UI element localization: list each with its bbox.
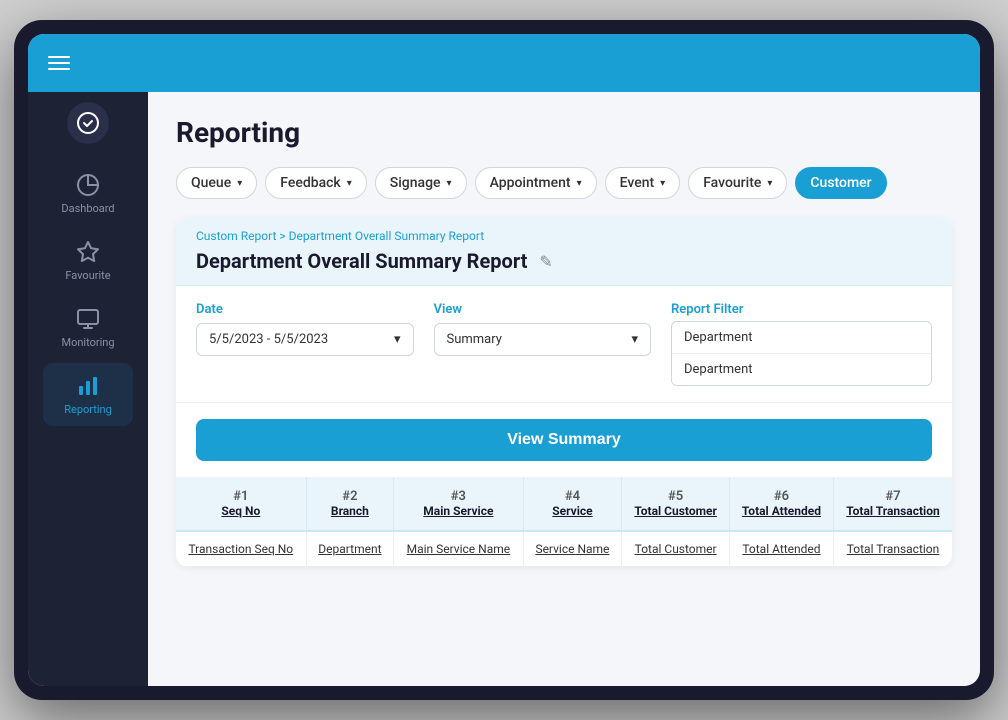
logo-icon xyxy=(76,111,100,135)
table-col-num-6: #6 Total Attended xyxy=(729,477,833,531)
sidebar-item-monitoring-label: Monitoring xyxy=(61,336,114,349)
table-header-row-nums: #1 Seq No #2 Branch #3 M xyxy=(176,477,952,531)
hamburger-menu-button[interactable] xyxy=(48,56,70,70)
top-bar xyxy=(28,34,980,92)
device-inner: Dashboard Favourite xyxy=(28,34,980,686)
sidebar-logo xyxy=(67,102,109,144)
date-value: 5/5/2023 - 5/5/2023 xyxy=(209,332,328,347)
filter-tab-feedback[interactable]: Feedback ▾ xyxy=(265,167,367,199)
table-col-num-5: #5 Total Customer xyxy=(622,477,730,531)
star-icon xyxy=(75,239,101,265)
view-select[interactable]: Summary ▾ xyxy=(434,323,652,356)
table-sub-col-3: Main Service Name xyxy=(394,531,523,567)
report-title-row: Department Overall Summary Report ✎ xyxy=(196,249,932,273)
page-title: Reporting xyxy=(176,116,952,149)
report-table-wrapper: #1 Seq No #2 Branch #3 M xyxy=(176,477,952,567)
table-col-num-7: #7 Total Transaction xyxy=(833,477,952,531)
filter-option-1[interactable]: Department xyxy=(672,354,931,385)
chevron-down-icon: ▾ xyxy=(660,178,665,189)
view-value: Summary xyxy=(447,332,502,347)
sidebar: Dashboard Favourite xyxy=(28,92,148,686)
chevron-down-icon: ▾ xyxy=(631,332,638,347)
view-summary-button[interactable]: View Summary xyxy=(196,419,932,461)
sidebar-item-favourite[interactable]: Favourite xyxy=(43,229,133,292)
filter-tab-customer[interactable]: Customer xyxy=(795,167,886,199)
view-label: View xyxy=(434,302,652,317)
table-sub-col-7: Total Transaction xyxy=(833,531,952,567)
table-col-num-4: #4 Service xyxy=(523,477,622,531)
chevron-down-icon: ▾ xyxy=(237,178,242,189)
sidebar-item-reporting-label: Reporting xyxy=(64,403,112,416)
table-col-num-1: #1 Seq No xyxy=(176,477,306,531)
sidebar-item-dashboard-label: Dashboard xyxy=(61,202,114,215)
report-container: Custom Report > Department Overall Summa… xyxy=(176,217,952,567)
breadcrumb: Custom Report > Department Overall Summa… xyxy=(196,229,932,243)
chevron-down-icon: ▾ xyxy=(577,178,582,189)
table-col-num-2: #2 Branch xyxy=(306,477,394,531)
main-layout: Dashboard Favourite xyxy=(28,92,980,686)
filter-tab-signage[interactable]: Signage ▾ xyxy=(375,167,467,199)
table-sub-col-4: Service Name xyxy=(523,531,622,567)
filter-tab-feedback-label: Feedback xyxy=(280,175,340,191)
date-select[interactable]: 5/5/2023 - 5/5/2023 ▾ xyxy=(196,323,414,356)
filter-tab-queue-label: Queue xyxy=(191,175,231,191)
sidebar-item-monitoring[interactable]: Monitoring xyxy=(43,296,133,359)
filter-tab-event-label: Event xyxy=(620,175,655,191)
bar-chart-icon xyxy=(75,373,101,399)
table-col-num-3: #3 Main Service xyxy=(394,477,523,531)
edit-icon[interactable]: ✎ xyxy=(539,252,552,271)
chevron-down-icon: ▾ xyxy=(447,178,452,189)
filter-tab-customer-label: Customer xyxy=(810,175,871,191)
view-control-group: View Summary ▾ xyxy=(434,302,652,356)
filter-options-list: Department Department xyxy=(671,321,932,386)
report-table: #1 Seq No #2 Branch #3 M xyxy=(176,477,952,567)
chart-pie-icon xyxy=(75,172,101,198)
filter-tab-appointment-label: Appointment xyxy=(490,175,571,191)
report-filter-group: Report Filter Department Department xyxy=(671,302,932,386)
filter-tabs-bar: Queue ▾ Feedback ▾ Signage ▾ Appointment… xyxy=(176,167,952,199)
date-control-group: Date 5/5/2023 - 5/5/2023 ▾ xyxy=(196,302,414,356)
report-controls: Date 5/5/2023 - 5/5/2023 ▾ View Summary … xyxy=(176,286,952,403)
filter-tab-signage-label: Signage xyxy=(390,175,441,191)
filter-tab-queue[interactable]: Queue ▾ xyxy=(176,167,257,199)
device-frame: Dashboard Favourite xyxy=(14,20,994,700)
filter-tab-favourite-label: Favourite xyxy=(703,175,761,191)
chevron-down-icon: ▾ xyxy=(767,178,772,189)
filter-option-0[interactable]: Department xyxy=(672,322,931,354)
filter-tab-favourite[interactable]: Favourite ▾ xyxy=(688,167,787,199)
filter-tab-appointment[interactable]: Appointment ▾ xyxy=(475,167,597,199)
table-sub-col-5: Total Customer xyxy=(622,531,730,567)
filter-tab-event[interactable]: Event ▾ xyxy=(605,167,681,199)
report-header: Custom Report > Department Overall Summa… xyxy=(176,217,952,286)
report-filter-label: Report Filter xyxy=(671,302,932,317)
table-sub-col-1: Transaction Seq No xyxy=(176,531,306,567)
chevron-down-icon: ▾ xyxy=(394,332,401,347)
sidebar-item-dashboard[interactable]: Dashboard xyxy=(43,162,133,225)
main-content: Reporting Queue ▾ Feedback ▾ Signage ▾ xyxy=(148,92,980,686)
chevron-down-icon: ▾ xyxy=(347,178,352,189)
table-sub-col-6: Total Attended xyxy=(729,531,833,567)
date-label: Date xyxy=(196,302,414,317)
table-sub-header-row: Transaction Seq No Department Main Servi… xyxy=(176,531,952,567)
sidebar-item-reporting[interactable]: Reporting xyxy=(43,363,133,426)
table-sub-col-2: Department xyxy=(306,531,394,567)
report-title: Department Overall Summary Report xyxy=(196,249,527,273)
monitor-icon xyxy=(75,306,101,332)
sidebar-item-favourite-label: Favourite xyxy=(65,269,110,282)
